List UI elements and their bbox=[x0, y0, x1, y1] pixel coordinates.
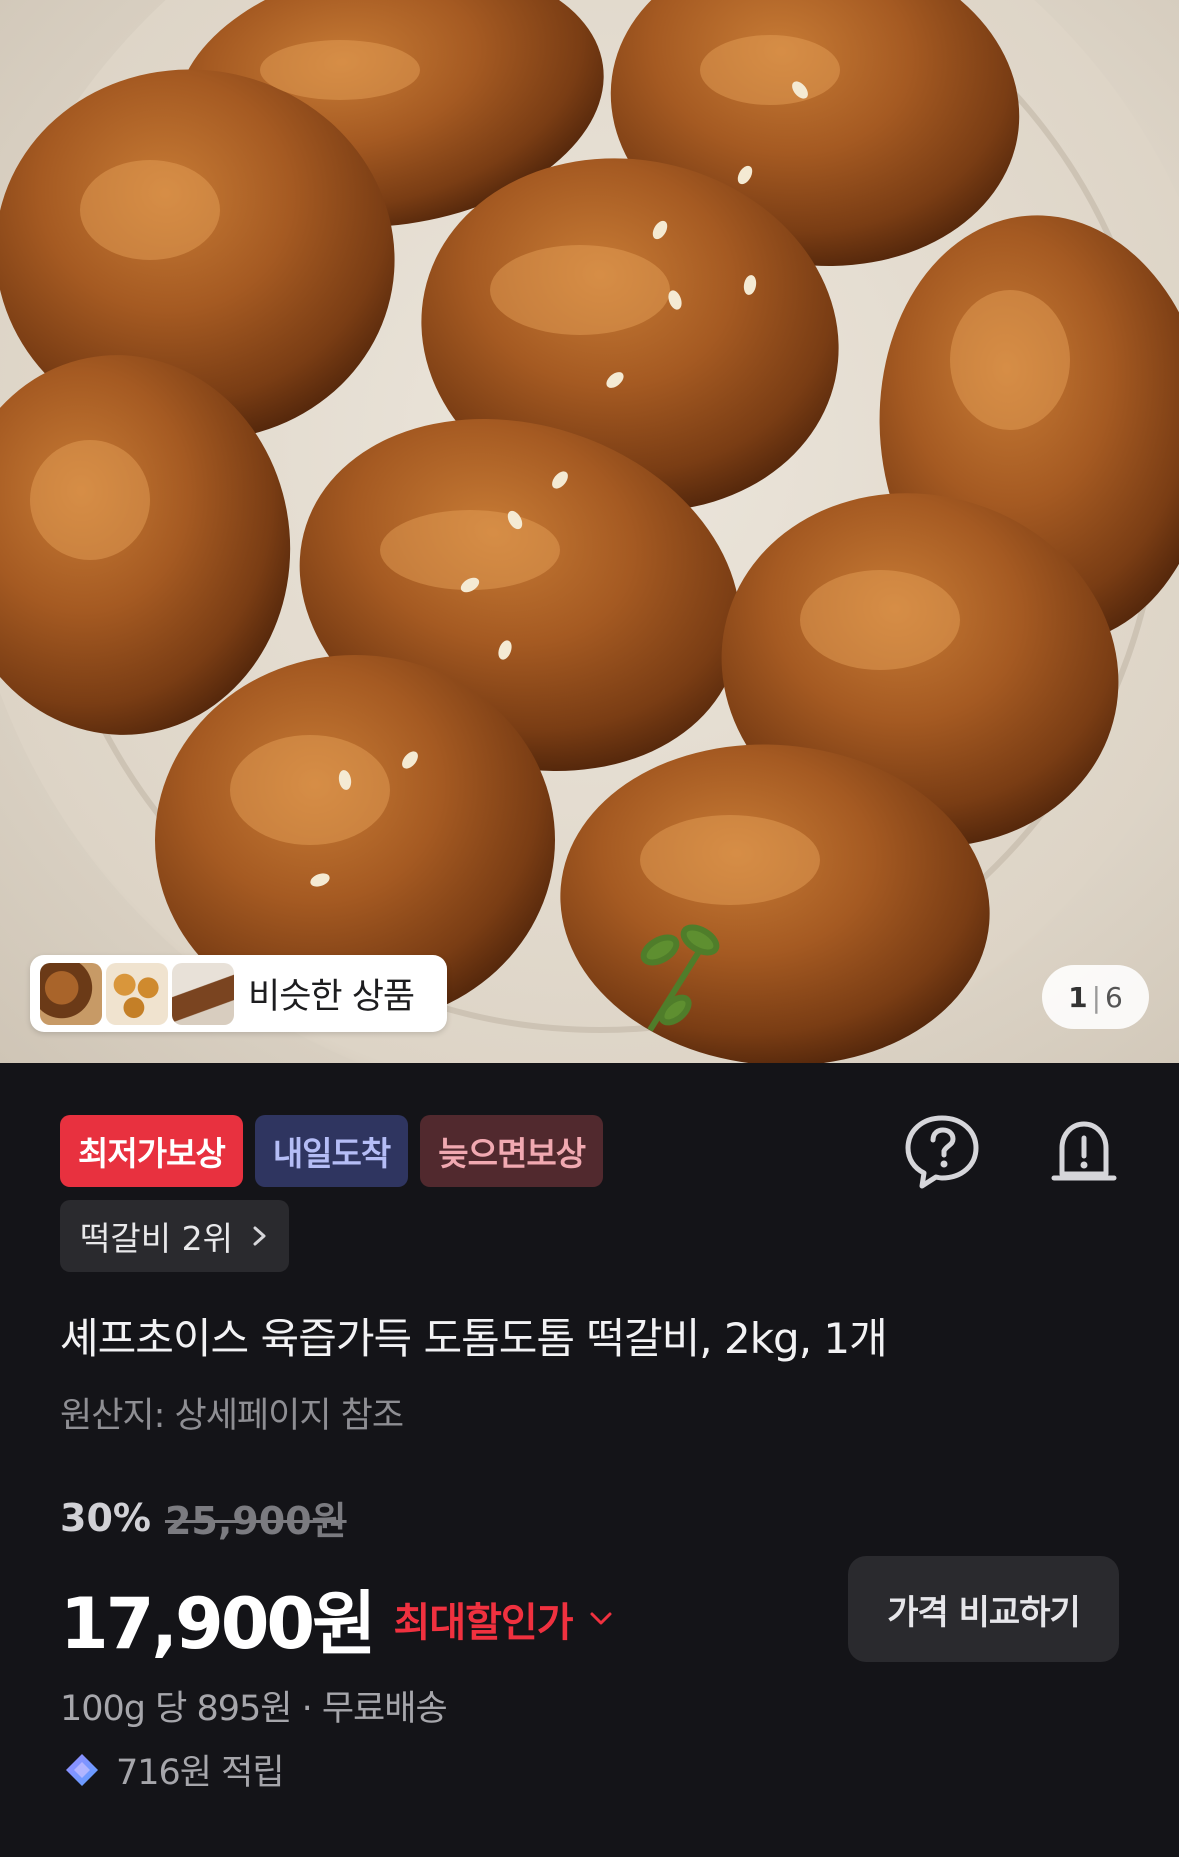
sale-price: 17,900원 bbox=[60, 1583, 377, 1665]
badge-row: 최저가보상 내일도착 늦으면보상 bbox=[60, 1115, 604, 1187]
max-discount-label: 최대할인가 bbox=[393, 1599, 574, 1646]
category-rank-chip[interactable]: 떡갈비 2위 bbox=[60, 1200, 289, 1272]
reward-coin-icon bbox=[66, 1753, 98, 1786]
compare-price-button[interactable]: 가격 비교하기 bbox=[848, 1556, 1119, 1662]
original-price: 25,900원 bbox=[164, 1499, 347, 1543]
question-bubble-icon[interactable] bbox=[902, 1112, 982, 1192]
meat-patties-photo bbox=[0, 0, 1179, 1063]
unit-price-shipping: 100g 당 895원 · 무료배송 bbox=[60, 1689, 448, 1729]
similar-products-label: 비슷한 상품 bbox=[248, 977, 415, 1017]
price-row: 17,900원 최대할인가 bbox=[60, 1568, 613, 1669]
reward-points: 716원 적립 bbox=[60, 1744, 285, 1795]
origin-info: 원산지: 상세페이지 참조 bbox=[60, 1396, 404, 1436]
similar-products-button[interactable]: 비슷한 상품 bbox=[30, 955, 447, 1032]
similar-product-thumbnail bbox=[40, 962, 102, 1025]
alarm-bell-icon[interactable] bbox=[1044, 1112, 1124, 1192]
discount-rate: 30% bbox=[60, 1495, 151, 1540]
image-page-indicator: 1 | 6 bbox=[1042, 965, 1149, 1029]
product-image-carousel[interactable]: 비슷한 상품 1 | 6 bbox=[0, 0, 1179, 1063]
discount-row: 30% 25,900원 bbox=[60, 1490, 347, 1545]
chevron-right-icon bbox=[253, 1226, 266, 1246]
late-delivery-compensation-badge[interactable]: 늦으면보상 bbox=[420, 1115, 604, 1187]
tomorrow-arrival-badge[interactable]: 내일도착 bbox=[254, 1115, 409, 1187]
rank-label: 떡갈비 2위 bbox=[80, 1219, 233, 1258]
product-detail-page: 비슷한 상품 1 | 6 최저가보상 내일도착 늦으면보상 떡갈비 2위 셰프초… bbox=[0, 0, 1179, 1857]
total-image-count: 6 bbox=[1105, 980, 1123, 1014]
chevron-down-icon bbox=[590, 1612, 612, 1624]
current-image-number: 1 bbox=[1068, 980, 1088, 1014]
product-title: 셰프초이스 육즙가득 도톰도톰 떡갈비, 2kg, 1개 bbox=[60, 1314, 888, 1363]
page-separator: | bbox=[1091, 980, 1102, 1014]
lowest-price-guarantee-badge[interactable]: 최저가보상 bbox=[60, 1115, 243, 1187]
similar-product-thumbnail bbox=[106, 962, 168, 1025]
max-discount-price-toggle[interactable]: 최대할인가 bbox=[394, 1590, 613, 1648]
similar-product-thumbnail bbox=[172, 962, 234, 1025]
reward-label: 716원 적립 bbox=[116, 1753, 285, 1793]
